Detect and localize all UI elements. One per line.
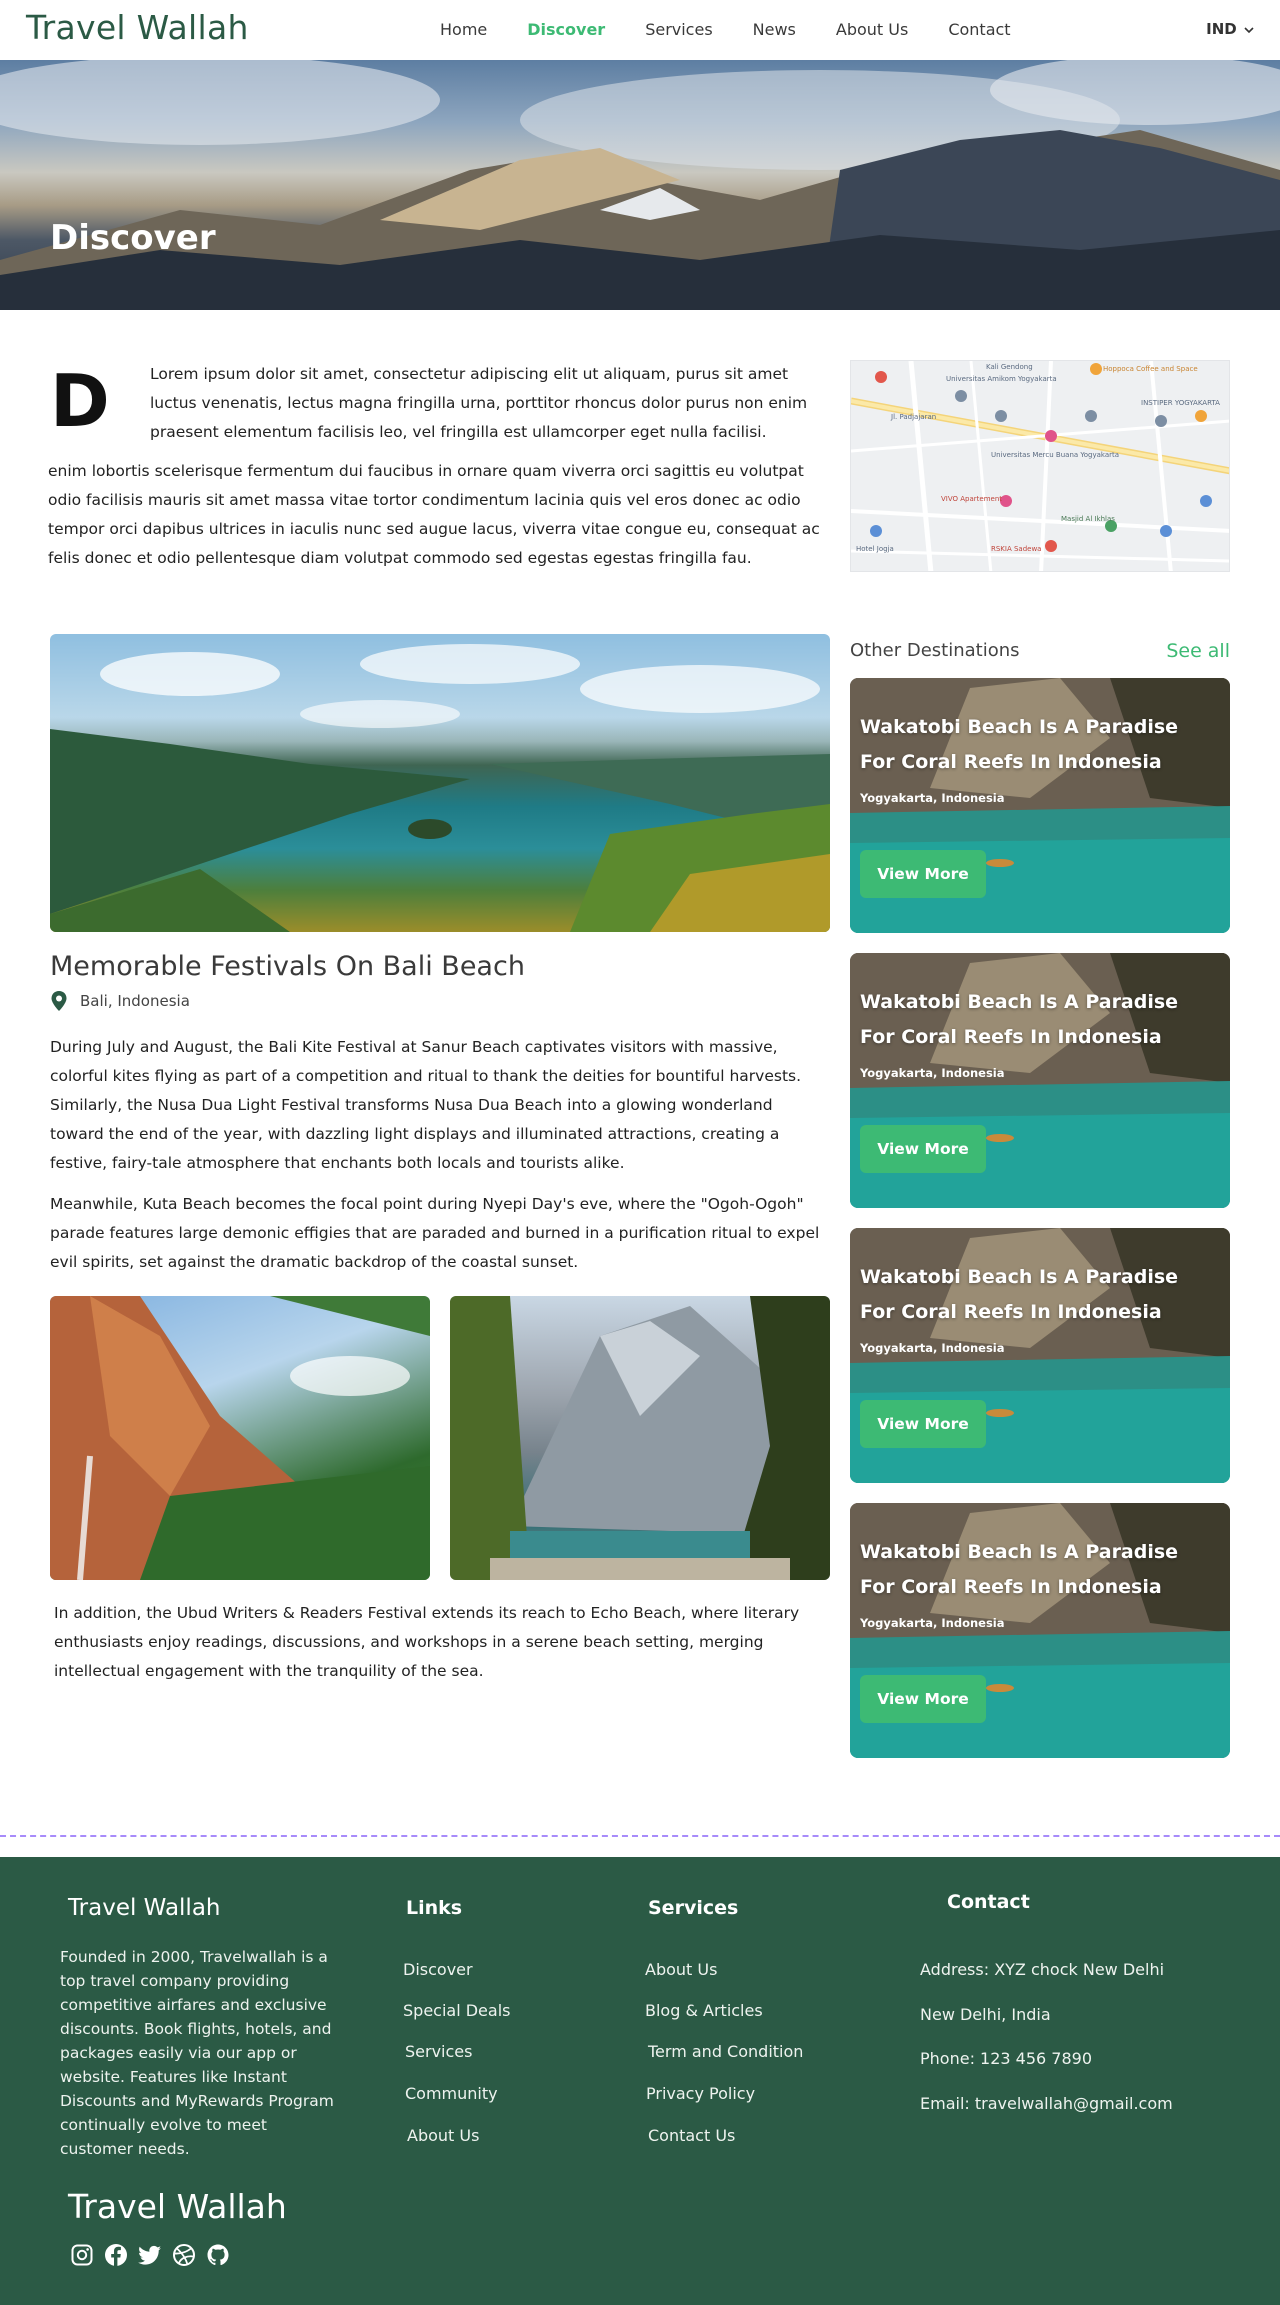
- footer-service-contact-us[interactable]: Contact Us: [648, 2126, 735, 2145]
- map-label-masjid: Masjid Al Ikhlas: [1061, 515, 1115, 523]
- view-more-button[interactable]: View More: [860, 1675, 986, 1723]
- article-title: Memorable Festivals On Bali Beach: [50, 951, 525, 982]
- nav-link-home[interactable]: Home: [440, 20, 487, 39]
- twitter-icon[interactable]: [138, 2243, 162, 2267]
- footer-contact-heading: Contact: [947, 1891, 1030, 1913]
- view-more-button[interactable]: View More: [860, 850, 986, 898]
- footer-about-text: Founded in 2000, Travelwallah is a top t…: [60, 1948, 334, 2158]
- map-label-instiper: INSTIPER YOGYAKARTA: [1141, 399, 1220, 407]
- sidebar-title: Other Destinations: [850, 640, 1020, 661]
- nav-link-services[interactable]: Services: [645, 20, 712, 39]
- facebook-icon[interactable]: [104, 2243, 128, 2267]
- article-image-lake: [450, 1296, 830, 1580]
- map-label-hoppoca: Hoppoca Coffee and Space: [1103, 365, 1198, 373]
- map-label-rskia: RSKIA Sadewa: [991, 545, 1041, 553]
- footer-service-blog[interactable]: Blog & Articles: [645, 2001, 763, 2020]
- footer-link-special-deals[interactable]: Special Deals: [403, 2001, 510, 2020]
- view-more-button[interactable]: View More: [860, 1125, 986, 1173]
- language-selector[interactable]: IND: [1206, 20, 1254, 38]
- location-pin-icon: [51, 991, 67, 1011]
- footer-contact-city: New Delhi, India: [920, 2005, 1051, 2024]
- nav-link-contact[interactable]: Contact: [948, 20, 1010, 39]
- map-label-padjajaran: Jl. Padjajaran: [890, 413, 936, 421]
- nav-links: Home Discover Services News About Us Con…: [440, 20, 1051, 39]
- dribbble-icon[interactable]: [172, 2243, 196, 2267]
- instagram-icon[interactable]: [70, 2243, 94, 2267]
- hero-mountain-image: [0, 60, 1280, 310]
- footer-brand-bottom[interactable]: Travel Wallah: [68, 2187, 287, 2226]
- footer-services-heading: Services: [648, 1897, 739, 1919]
- footer-links-heading: Links: [406, 1897, 463, 1919]
- map-label-mercu-buana: Universitas Mercu Buana Yogyakarta: [991, 451, 1119, 459]
- location-map[interactable]: Kali Gendong Universitas Amikom Yogyakar…: [850, 360, 1230, 572]
- hero-title: Discover: [50, 218, 216, 258]
- footer-contact-email[interactable]: Email: travelwallah@gmail.com: [920, 2094, 1173, 2113]
- article-image-canyon: [50, 1296, 430, 1580]
- map-label-amikom: Universitas Amikom Yogyakarta: [946, 375, 1057, 383]
- mountain-lake-image: [450, 1296, 830, 1580]
- language-label: IND: [1206, 20, 1237, 38]
- nav-link-news[interactable]: News: [753, 20, 796, 39]
- see-all-link[interactable]: See all: [1166, 640, 1230, 662]
- destination-card-title: Wakatobi Beach Is A Paradise For Coral R…: [860, 991, 1179, 1048]
- article-paragraph-2: Meanwhile, Kuta Beach becomes the focal …: [50, 1195, 820, 1271]
- chevron-down-icon: [1244, 27, 1254, 34]
- footer-link-discover[interactable]: Discover: [403, 1960, 473, 1979]
- site-footer: Travel Wallah Founded in 2000, Travelwal…: [0, 1857, 1280, 2305]
- map-label-hotel: Hotel Jogja: [856, 545, 894, 553]
- map-graphic: Kali Gendong Universitas Amikom Yogyakar…: [851, 361, 1229, 571]
- destination-card-location: Yogyakarta, Indonesia: [860, 1616, 1005, 1630]
- section-divider: [0, 1835, 1280, 1837]
- footer-service-terms[interactable]: Term and Condition: [648, 2042, 803, 2061]
- destination-card-location: Yogyakarta, Indonesia: [860, 1066, 1005, 1080]
- dropcap-letter: D: [50, 359, 110, 443]
- intro-text-second: enim lobortis scelerisque fermentum dui …: [48, 462, 820, 567]
- footer-contact-phone: Phone: 123 456 7890: [920, 2049, 1093, 2068]
- nav-link-discover[interactable]: Discover: [527, 20, 605, 39]
- destination-card-location: Yogyakarta, Indonesia: [860, 1341, 1005, 1355]
- sidebar-header: Other Destinations See all: [850, 640, 1230, 662]
- footer-brand[interactable]: Travel Wallah: [68, 1895, 221, 1921]
- hero-banner: Discover: [0, 60, 1280, 310]
- destination-card[interactable]: Wakatobi Beach Is A Paradise For Coral R…: [850, 678, 1230, 933]
- nav-link-about-us[interactable]: About Us: [836, 20, 908, 39]
- destination-card[interactable]: Wakatobi Beach Is A Paradise For Coral R…: [850, 1228, 1230, 1483]
- map-label-vivo: VIVO Apartement: [941, 495, 1002, 503]
- view-more-button[interactable]: View More: [860, 1400, 986, 1448]
- destination-card-location: Yogyakarta, Indonesia: [860, 791, 1005, 805]
- social-links: [70, 2243, 240, 2267]
- article-paragraph-1: During July and August, the Bali Kite Fe…: [50, 1038, 802, 1172]
- brand-logo[interactable]: Travel Wallah: [26, 8, 249, 47]
- lake-landscape-image: [50, 644, 830, 932]
- destination-card-title: Wakatobi Beach Is A Paradise For Coral R…: [860, 1541, 1179, 1598]
- intro-text-first: Lorem ipsum dolor sit amet, consectetur …: [150, 365, 808, 441]
- destination-card-title: Wakatobi Beach Is A Paradise For Coral R…: [860, 1266, 1179, 1323]
- footer-link-services[interactable]: Services: [405, 2042, 472, 2061]
- article-main-image: [50, 634, 830, 932]
- top-navbar: Travel Wallah Home Discover Services New…: [0, 0, 1280, 60]
- map-label-kali-gendong: Kali Gendong: [986, 363, 1033, 371]
- footer-service-about-us[interactable]: About Us: [645, 1960, 717, 1979]
- canyon-waterfall-image: [50, 1296, 430, 1580]
- article-location: Bali, Indonesia: [50, 990, 190, 1012]
- footer-service-privacy[interactable]: Privacy Policy: [646, 2084, 755, 2103]
- destination-card-title: Wakatobi Beach Is A Paradise For Coral R…: [860, 716, 1179, 773]
- article-location-text: Bali, Indonesia: [80, 992, 190, 1010]
- footer-link-community[interactable]: Community: [405, 2084, 498, 2103]
- article-paragraph-3: In addition, the Ubud Writers & Readers …: [54, 1604, 800, 1680]
- destination-card[interactable]: Wakatobi Beach Is A Paradise For Coral R…: [850, 1503, 1230, 1758]
- github-icon[interactable]: [206, 2243, 230, 2267]
- footer-link-about-us[interactable]: About Us: [407, 2126, 479, 2145]
- destination-card[interactable]: Wakatobi Beach Is A Paradise For Coral R…: [850, 953, 1230, 1208]
- footer-contact-address: Address: XYZ chock New Delhi: [920, 1960, 1165, 1979]
